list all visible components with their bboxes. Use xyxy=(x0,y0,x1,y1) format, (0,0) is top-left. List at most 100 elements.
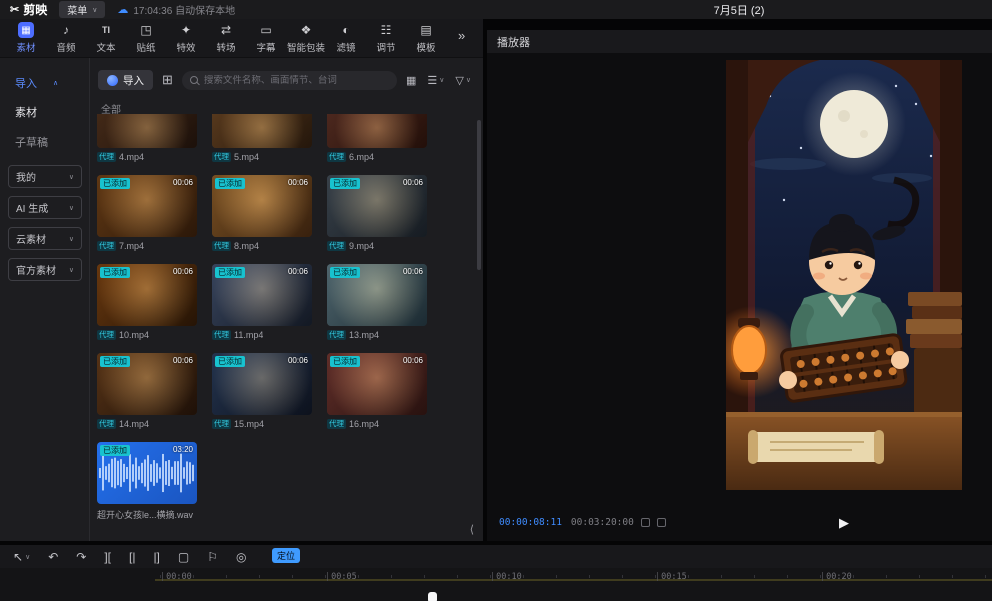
tab-captions[interactable]: ▭字幕 xyxy=(246,22,286,54)
cloud-icon: ☁ xyxy=(117,3,128,16)
media-name-row: 代理8.mp4 xyxy=(212,241,312,251)
duration-label: 00:06 xyxy=(403,356,423,365)
sidebar-item-sub-draft[interactable]: 子草稿 xyxy=(0,127,89,157)
tab-audio[interactable]: ♪音频 xyxy=(46,22,86,54)
play-button[interactable]: ▶ xyxy=(839,515,849,531)
tool-locate[interactable]: ◎ xyxy=(236,550,246,564)
timeline-panel: ↖∨↶↷][[||]▢⚐◎定位 |00:00|00:05|00:10|00:15… xyxy=(0,545,992,601)
tool-select-left[interactable]: [| xyxy=(129,550,135,564)
ruler-tick: | xyxy=(160,572,165,582)
tab-media[interactable]: ▦素材 xyxy=(6,22,46,54)
tool-mark[interactable]: ⚐ xyxy=(207,550,218,564)
tool-select[interactable]: ↖∨ xyxy=(13,550,30,564)
media-card[interactable]: 已添加00:06代理9.mp4 xyxy=(327,175,427,251)
media-card[interactable]: 已添加00:06代理7.mp4 xyxy=(97,175,197,251)
media-card[interactable]: 已添加00:06代理8.mp4 xyxy=(212,175,312,251)
tool-undo[interactable]: ↶ xyxy=(48,550,58,564)
media-card[interactable]: 代理4.mp4 xyxy=(97,114,197,162)
media-card[interactable]: 代理6.mp4 xyxy=(327,114,427,162)
collapse-panel-icon[interactable]: ⟨ xyxy=(470,523,474,536)
scrollbar-thumb[interactable] xyxy=(477,120,481,270)
tab-label: 滤镜 xyxy=(336,40,355,54)
proxy-badge: 代理 xyxy=(327,419,346,429)
player-title: 播放器 xyxy=(497,34,530,50)
media-filename: 9.mp4 xyxy=(349,241,374,251)
tab-text[interactable]: TI 文本 xyxy=(86,22,126,54)
tab-label: 调节 xyxy=(376,40,395,54)
sidebar-item-cloud[interactable]: 云素材∨ xyxy=(8,227,82,250)
media-filename: 11.mp4 xyxy=(234,330,263,340)
sidebar-item-ai-gen[interactable]: AI 生成∨ xyxy=(8,196,82,219)
playhead-handle[interactable] xyxy=(428,592,437,601)
media-card[interactable]: 已添加00:06代理16.mp4 xyxy=(327,353,427,429)
media-card[interactable]: 已添加00:06代理11.mp4 xyxy=(212,264,312,340)
tab-filters[interactable]: ◐滤镜 xyxy=(326,22,366,54)
undo-icon: ↶ xyxy=(48,550,58,564)
player-option-icon-1[interactable] xyxy=(641,518,650,527)
ruler-time: 00:00 xyxy=(166,572,192,582)
library-panel: ▦素材♪音频TI文本◳贴纸✦特效⇄转场▭字幕❖智能包装◐滤镜☷调节▤模板 » 导… xyxy=(0,19,483,541)
media-card[interactable]: 已添加00:06代理15.mp4 xyxy=(212,353,312,429)
view-controls: ▦ ☰ ∨ ▽ ∨ xyxy=(406,74,471,87)
tab-sticker[interactable]: ◳贴纸 xyxy=(126,22,166,54)
tool-redo[interactable]: ↷ xyxy=(76,550,86,564)
media-name-row: 代理14.mp4 xyxy=(97,419,197,429)
media-name-row: 代理15.mp4 xyxy=(212,419,312,429)
timeline-ruler[interactable]: |00:00|00:05|00:10|00:15|00:20 xyxy=(0,568,992,601)
media-card[interactable]: 已添加00:06代理13.mp4 xyxy=(327,264,427,340)
player-header: 播放器 xyxy=(487,30,992,53)
tab-smart-pack[interactable]: ❖智能包装 xyxy=(286,22,326,54)
media-filename: 8.mp4 xyxy=(234,241,259,251)
media-filename: 4.mp4 xyxy=(119,152,144,162)
added-badge: 已添加 xyxy=(215,178,245,189)
video-thumbnail: 已添加00:06 xyxy=(327,353,427,415)
tab-transition[interactable]: ⇄转场 xyxy=(206,22,246,54)
media-name-row: 超开心女孩le...横摘.wav xyxy=(97,508,197,521)
project-title: 7月5日 (2) xyxy=(714,2,765,18)
tab-label: 文本 xyxy=(96,40,115,54)
preview-artwork xyxy=(726,60,962,490)
smart-pack-icon: ❖ xyxy=(298,22,314,38)
player-option-icon-2[interactable] xyxy=(657,518,666,527)
video-preview[interactable] xyxy=(726,60,962,490)
media-card[interactable]: 代理5.mp4 xyxy=(212,114,312,162)
grid-view-button[interactable]: ▦ xyxy=(406,74,416,87)
tab-adjust[interactable]: ☷调节 xyxy=(366,22,406,54)
split-view-icon[interactable]: ⊞ xyxy=(162,72,173,88)
sidebar-item-import[interactable]: 导入∧ xyxy=(0,71,89,97)
tool-select-right[interactable]: |] xyxy=(153,550,159,564)
tab-template[interactable]: ▤模板 xyxy=(406,22,446,54)
media-grid: 代理4.mp4代理5.mp4代理6.mp4已添加00:06代理7.mp4已添加0… xyxy=(97,114,427,521)
video-thumbnail: 已添加00:06 xyxy=(212,264,312,326)
redo-icon: ↷ xyxy=(76,550,86,564)
sort-button[interactable]: ☰ ∨ xyxy=(427,74,444,87)
chevron-down-icon: ∨ xyxy=(69,235,74,243)
text-icon: TI xyxy=(98,22,114,38)
proxy-badge: 代理 xyxy=(212,419,231,429)
media-card[interactable]: 已添加00:06代理14.mp4 xyxy=(97,353,197,429)
mark-icon: ⚐ xyxy=(207,550,218,564)
tool-crop[interactable]: ▢ xyxy=(178,550,189,564)
media-card[interactable]: 已添加03:20超开心女孩le...横摘.wav xyxy=(97,442,197,521)
filter-button[interactable]: ▽ ∨ xyxy=(455,74,471,87)
tool-split[interactable]: ][ xyxy=(104,550,111,564)
split-icon: ][ xyxy=(104,550,111,564)
import-button[interactable]: 导入 xyxy=(98,70,153,90)
sidebar-item-mine[interactable]: 我的∨ xyxy=(8,165,82,188)
tab-effects[interactable]: ✦特效 xyxy=(166,22,206,54)
menu-button[interactable]: 菜单 ∨ xyxy=(59,1,105,18)
sidebar-item-official[interactable]: 官方素材∨ xyxy=(8,258,82,281)
sidebar-item-material[interactable]: 素材 xyxy=(0,97,89,127)
media-card[interactable]: 已添加00:06代理10.mp4 xyxy=(97,264,197,340)
app-window: ✂ 剪映 菜单 ∨ ☁ 17:04:36 自动保存本地 7月5日 (2) ▦素材… xyxy=(0,0,992,601)
expand-panel-icon[interactable]: » xyxy=(458,28,465,43)
select-right-icon: |] xyxy=(153,550,159,564)
video-thumbnail: 已添加00:06 xyxy=(97,264,197,326)
tab-label: 素材 xyxy=(16,40,35,54)
playhead[interactable] xyxy=(428,592,438,601)
added-badge: 已添加 xyxy=(215,267,245,278)
transition-icon: ⇄ xyxy=(218,22,234,38)
tab-label: 音频 xyxy=(56,40,75,54)
ruler-label: |00:10 xyxy=(490,572,522,582)
search-input[interactable] xyxy=(204,75,389,86)
